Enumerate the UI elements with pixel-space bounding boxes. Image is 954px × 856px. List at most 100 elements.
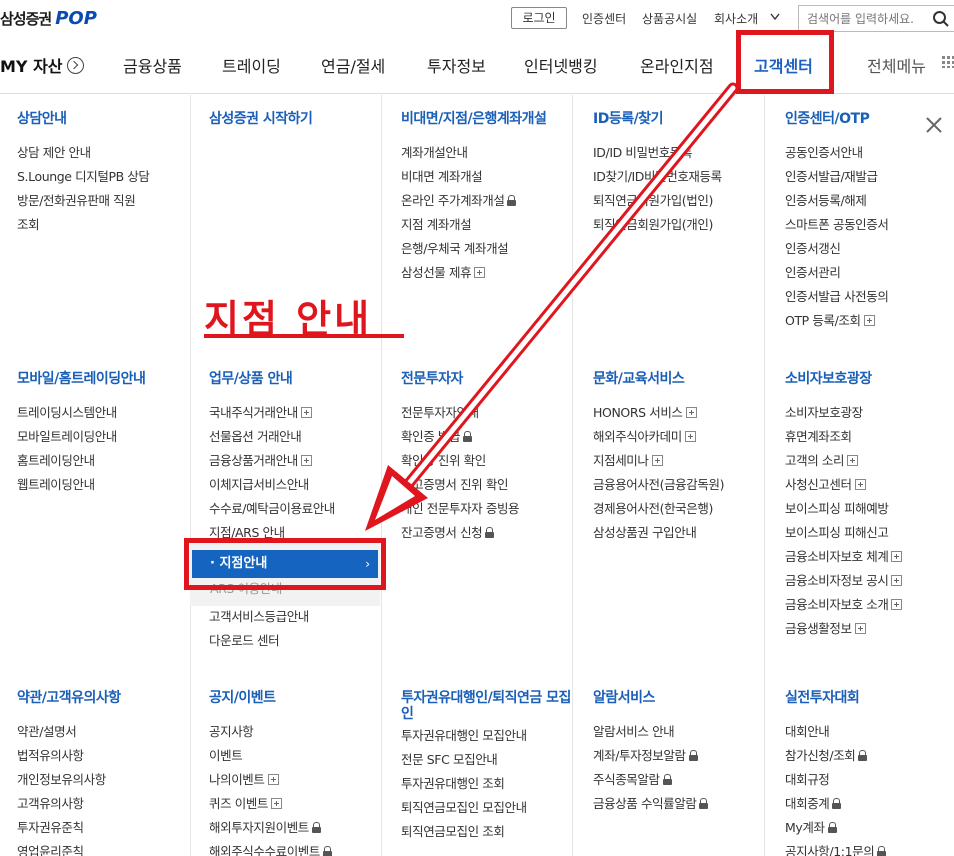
- menu-link[interactable]: 금융소비자보호 체계: [785, 545, 954, 569]
- menu-link[interactable]: 수수료/예탁금이용료안내: [209, 497, 387, 521]
- group-title[interactable]: 업무/상품 안내: [209, 371, 387, 387]
- menu-link[interactable]: 삼성선물 제휴: [401, 261, 579, 285]
- menu-link[interactable]: 영업윤리준칙: [17, 840, 195, 856]
- plus-icon[interactable]: [651, 455, 663, 466]
- menu-link[interactable]: 금융상품 수익률알람: [593, 792, 771, 816]
- menu-link[interactable]: ID/ID 비밀번호등록: [593, 141, 771, 165]
- menu-link[interactable]: 전문 SFC 모집안내: [401, 748, 579, 772]
- menu-link[interactable]: 고객서비스등급안내: [209, 605, 387, 629]
- menu-link[interactable]: 인증서등록/해제: [785, 189, 954, 213]
- plus-icon[interactable]: [685, 407, 697, 418]
- menu-link[interactable]: 계좌개설안내: [401, 141, 579, 165]
- menu-link[interactable]: 은행/우체국 계좌개설: [401, 237, 579, 261]
- util-link-company[interactable]: 회사소개: [714, 10, 758, 27]
- group-title[interactable]: 투자권유대행인/퇴직연금 모집인: [401, 690, 571, 722]
- menu-link[interactable]: 사청신고센터: [785, 473, 954, 497]
- util-link-cert-center[interactable]: 인증센터: [582, 10, 626, 27]
- menu-link[interactable]: 퇴직연금회원가입(법인): [593, 189, 771, 213]
- menu-link[interactable]: 고객유의사항: [17, 792, 195, 816]
- menu-link[interactable]: 경제용어사전(한국은행): [593, 497, 771, 521]
- group-title[interactable]: 인증센터/OTP: [785, 111, 954, 127]
- menu-link[interactable]: 확인증 발급: [401, 425, 579, 449]
- nav-my-assets[interactable]: MY 자산: [0, 53, 84, 77]
- chevron-down-icon[interactable]: [770, 13, 780, 21]
- plus-icon[interactable]: [863, 315, 875, 326]
- group-title[interactable]: 실전투자대회: [785, 690, 954, 706]
- menu-link[interactable]: 홈트레이딩안내: [17, 449, 195, 473]
- menu-link[interactable]: 금융용어사전(금융감독원): [593, 473, 771, 497]
- menu-link[interactable]: 공지사항: [209, 720, 387, 744]
- menu-link[interactable]: 투자권유대행인 모집안내: [401, 724, 579, 748]
- menu-link[interactable]: 약관/설명서: [17, 720, 195, 744]
- menu-link[interactable]: 비대면 계좌개설: [401, 165, 579, 189]
- menu-link[interactable]: 지점 계좌개설: [401, 213, 579, 237]
- nav-all-menu[interactable]: 전체메뉴: [867, 53, 926, 77]
- group-title[interactable]: 공지/이벤트: [209, 690, 387, 706]
- nav-pension-tax[interactable]: 연금/절세: [321, 53, 385, 77]
- menu-link[interactable]: 보이스피싱 피해예방: [785, 497, 954, 521]
- menu-link[interactable]: 방문/전화권유판매 직원: [17, 189, 195, 213]
- menu-link[interactable]: 휴면계좌조회: [785, 425, 954, 449]
- menu-link[interactable]: 투자권유대행인 조회: [401, 772, 579, 796]
- grid-menu-icon[interactable]: [942, 56, 954, 68]
- menu-link[interactable]: 잔고증명서 진위 확인: [401, 473, 579, 497]
- nav-investment-info[interactable]: 투자정보: [427, 53, 486, 77]
- menu-link[interactable]: 고객의 소리: [785, 449, 954, 473]
- menu-link[interactable]: 다운로드 센터: [209, 629, 387, 653]
- plus-icon[interactable]: [300, 407, 312, 418]
- plus-icon[interactable]: [267, 774, 279, 785]
- menu-link[interactable]: 해외주식수수료이벤트: [209, 840, 387, 856]
- menu-link[interactable]: 금융소비자정보 공시: [785, 569, 954, 593]
- menu-link[interactable]: 인증서관리: [785, 261, 954, 285]
- menu-link[interactable]: 인증서발급/재발급: [785, 165, 954, 189]
- menu-link[interactable]: ID찾기/ID비밀번호재등록: [593, 165, 771, 189]
- nav-online-branch[interactable]: 온라인지점: [640, 53, 714, 77]
- group-title[interactable]: 전문투자자: [401, 371, 579, 387]
- menu-link[interactable]: 상담 제안 안내: [17, 141, 195, 165]
- group-title[interactable]: ID등록/찾기: [593, 111, 771, 127]
- search-input[interactable]: [799, 6, 919, 31]
- menu-link[interactable]: 이체지급서비스안내: [209, 473, 387, 497]
- group-title[interactable]: 소비자보호광장: [785, 371, 954, 387]
- plus-icon[interactable]: [847, 455, 859, 466]
- menu-link[interactable]: 개인 전문투자자 증빙용: [401, 497, 579, 521]
- menu-link[interactable]: 잔고증명서 신청: [401, 521, 579, 545]
- group-title[interactable]: 상담안내: [17, 111, 195, 127]
- menu-link[interactable]: 퀴즈 이벤트: [209, 792, 387, 816]
- menu-link[interactable]: 퇴직연금회원가입(개인): [593, 213, 771, 237]
- menu-link[interactable]: 공동인증서안내: [785, 141, 954, 165]
- plus-icon[interactable]: [684, 431, 696, 442]
- menu-link[interactable]: 인증서발급 사전동의: [785, 285, 954, 309]
- menu-link[interactable]: OTP 등록/조회: [785, 309, 954, 333]
- menu-link[interactable]: 투자권유준칙: [17, 816, 195, 840]
- plus-icon[interactable]: [891, 575, 903, 586]
- menu-link[interactable]: 이벤트: [209, 744, 387, 768]
- menu-link[interactable]: 퇴직연금모집인 조회: [401, 820, 579, 844]
- menu-link[interactable]: 전문투자자안내: [401, 401, 579, 425]
- group-title[interactable]: 삼성증권 시작하기: [209, 111, 387, 127]
- nav-trading[interactable]: 트레이딩: [222, 53, 281, 77]
- group-title[interactable]: 문화/교육서비스: [593, 371, 771, 387]
- nav-financial-products[interactable]: 금융상품: [123, 53, 182, 77]
- menu-link[interactable]: 해외투자지원이벤트: [209, 816, 387, 840]
- menu-link[interactable]: 퇴직연금모집인 모집안내: [401, 796, 579, 820]
- menu-link[interactable]: 모바일트레이딩안내: [17, 425, 195, 449]
- login-button[interactable]: 로그인: [511, 7, 567, 29]
- menu-link[interactable]: 금융상품거래안내: [209, 449, 387, 473]
- menu-link[interactable]: 개인정보유의사항: [17, 768, 195, 792]
- menu-link[interactable]: S.Lounge 디지털PB 상담: [17, 165, 195, 189]
- menu-link[interactable]: 트레이딩시스템안내: [17, 401, 195, 425]
- nav-internet-banking[interactable]: 인터넷뱅킹: [524, 53, 598, 77]
- menu-link[interactable]: 보이스피싱 피해신고: [785, 521, 954, 545]
- menu-link[interactable]: 공지사항/1:1문의: [785, 840, 954, 856]
- group-title[interactable]: 약관/고객유의사항: [17, 690, 195, 706]
- menu-link[interactable]: 소비자보호광장: [785, 401, 954, 425]
- menu-link[interactable]: 금융생활정보: [785, 617, 954, 641]
- plus-icon[interactable]: [854, 479, 866, 490]
- menu-link[interactable]: 확인증 진위 확인: [401, 449, 579, 473]
- menu-link[interactable]: 계좌/투자정보알람: [593, 744, 771, 768]
- menu-link[interactable]: 알람서비스 안내: [593, 720, 771, 744]
- logo[interactable]: 삼성증권 POP: [0, 8, 97, 29]
- menu-link[interactable]: 온라인 주가계좌개설: [401, 189, 579, 213]
- menu-link[interactable]: 법적유의사항: [17, 744, 195, 768]
